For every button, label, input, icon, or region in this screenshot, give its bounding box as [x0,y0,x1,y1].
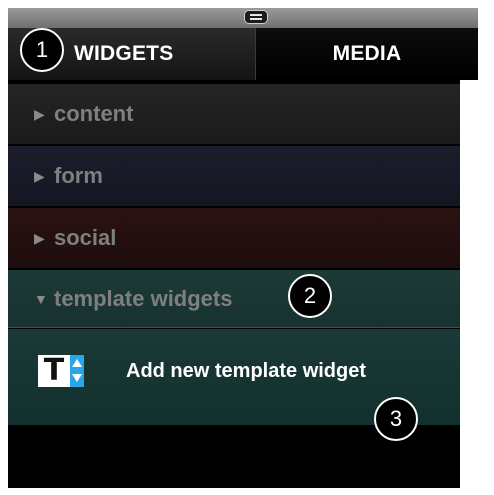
add-template-widget-button[interactable]: T Add new template widget [38,355,366,387]
expand-arrow-icon: ▶ [34,167,45,184]
category-label: content [54,101,134,126]
category-content[interactable]: ▶ content [8,84,460,144]
template-widget-icon: T [38,355,86,387]
tab-widgets-label: WIDGETS [74,42,174,65]
expand-arrow-icon: ▶ [34,105,45,122]
category-label: form [54,163,103,188]
t-letter-icon: T [38,355,70,387]
grip-icon[interactable] [245,11,267,23]
expand-arrow-icon: ▶ [34,229,45,246]
category-label: template widgets [54,285,233,311]
scrollbar-track[interactable] [460,80,478,488]
callout-marker-1: 1 [20,28,64,72]
tab-media[interactable]: MEDIA [256,28,478,80]
callout-marker-3: 3 [374,397,418,441]
spinner-arrows-icon [70,355,84,387]
category-form[interactable]: ▶ form [8,146,460,206]
tab-bar: WIDGETS MEDIA [8,28,478,80]
panel-handle-bar[interactable] [8,8,478,29]
tab-media-label: MEDIA [332,42,402,65]
category-template-widgets[interactable]: ▼ template widgets [8,270,460,328]
callout-marker-2: 2 [288,274,332,318]
screenshot-stage: WIDGETS MEDIA ▶ content ▶ form ▶ social … [0,0,494,495]
collapse-arrow-icon: ▼ [34,290,48,307]
category-social[interactable]: ▶ social [8,208,460,268]
category-label: social [54,225,117,250]
add-template-widget-label: Add new template widget [126,359,367,382]
